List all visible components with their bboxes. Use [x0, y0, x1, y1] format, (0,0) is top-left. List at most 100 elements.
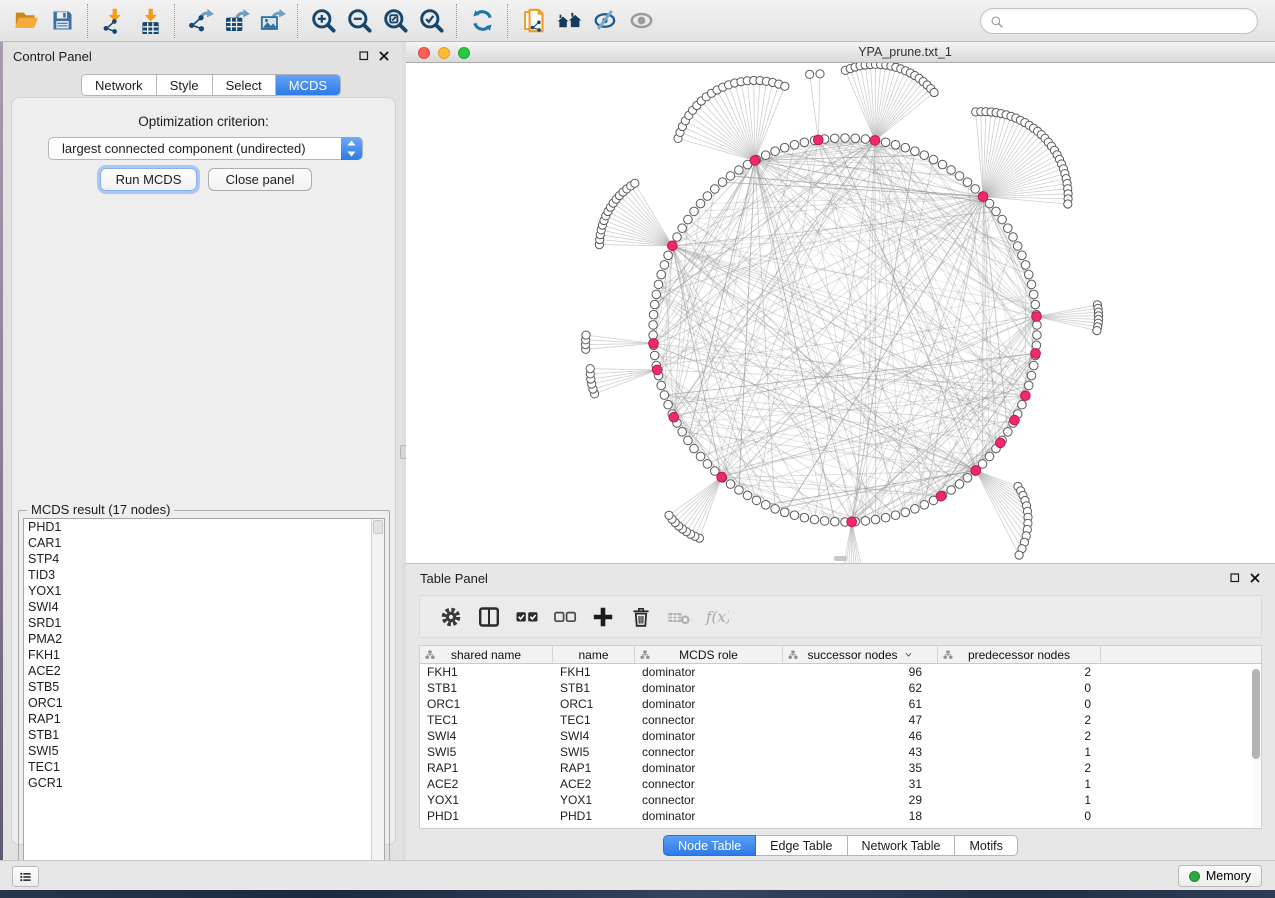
mcds-result-node[interactable]: PMA2 [24, 631, 384, 647]
mcds-result-node[interactable]: PHD1 [24, 519, 384, 535]
table-row[interactable]: SWI4SWI4dominator462 [420, 728, 1261, 744]
mcds-result-node[interactable]: STB5 [24, 679, 384, 695]
table-row[interactable]: FKH1FKH1dominator962 [420, 664, 1261, 680]
eye-button[interactable] [623, 3, 659, 39]
export-table-button[interactable] [218, 3, 254, 39]
table-row[interactable]: RAP1RAP1dominator352 [420, 760, 1261, 776]
mcds-result-list[interactable]: PHD1CAR1STP4TID3YOX1SWI4SRD1PMA2FKH1ACE2… [23, 518, 385, 875]
list-icon [19, 869, 32, 885]
tab-node-table[interactable]: Node Table [663, 835, 756, 856]
mcds-result-node[interactable]: SRD1 [24, 615, 384, 631]
columns-button[interactable] [474, 602, 504, 632]
main-toolbar [0, 0, 1275, 42]
open-session-button[interactable] [8, 3, 44, 39]
table-row[interactable]: PHD1PHD1dominator180 [420, 808, 1261, 824]
select-stepper-icon[interactable] [341, 137, 362, 160]
cell-successor-nodes: 29 [783, 792, 938, 808]
table-row[interactable]: SWI5SWI5connector431 [420, 744, 1261, 760]
column-header-name[interactable]: name [553, 646, 635, 663]
optimization-criterion-label: Optimization criterion: [12, 114, 395, 129]
import-table-button[interactable] [131, 3, 167, 39]
column-header-shared-name[interactable]: shared name [420, 646, 553, 663]
canvas-scrollbar-thumb[interactable] [834, 556, 847, 561]
column-header-MCDS-role[interactable]: MCDS role [635, 646, 783, 663]
cell-MCDS-role: connector [635, 792, 783, 808]
mcds-result-node[interactable]: STB1 [24, 727, 384, 743]
network-graph[interactable] [406, 63, 1275, 563]
cell-name: STB1 [553, 680, 635, 696]
mcds-result-node[interactable]: ACE2 [24, 663, 384, 679]
deselect-all-button[interactable] [550, 602, 580, 632]
zoom-selected-button[interactable] [413, 3, 449, 39]
import-network-button[interactable] [95, 3, 131, 39]
result-list-scroll-thumb[interactable] [373, 520, 383, 534]
mcds-result-node[interactable]: GCR1 [24, 775, 384, 791]
mcds-result-node[interactable]: TID3 [24, 567, 384, 583]
window-close-button[interactable] [418, 47, 430, 59]
network-canvas[interactable] [406, 63, 1275, 563]
table-scrollbar[interactable] [1252, 666, 1260, 827]
panel-menu-button[interactable] [12, 866, 39, 887]
close-panel-button[interactable]: Close panel [208, 168, 312, 191]
table-scroll-thumb[interactable] [1252, 669, 1260, 759]
tab-select[interactable]: Select [213, 75, 276, 95]
table-row[interactable]: ACE2ACE2connector311 [420, 776, 1261, 792]
mcds-result-node[interactable]: STP4 [24, 551, 384, 567]
delete-button[interactable] [626, 602, 656, 632]
float-panel-icon[interactable] [358, 50, 370, 62]
zoom-in-button[interactable] [305, 3, 341, 39]
attribute-type-icon [640, 650, 650, 660]
mcds-result-node[interactable]: SWI5 [24, 743, 384, 759]
mcds-result-node[interactable]: FKH1 [24, 647, 384, 663]
column-header-successor-nodes[interactable]: successor nodes [783, 646, 938, 663]
zoom-out-button[interactable] [341, 3, 377, 39]
tab-motifs[interactable]: Motifs [955, 835, 1017, 856]
zoom-out-icon [346, 7, 373, 34]
hide-visibility-button[interactable] [587, 3, 623, 39]
share-document-button[interactable] [515, 3, 551, 39]
houses-button[interactable] [551, 3, 587, 39]
add-button[interactable] [588, 602, 618, 632]
select-all-button[interactable] [512, 602, 542, 632]
save-session-button[interactable] [44, 3, 80, 39]
gear-button[interactable] [436, 602, 466, 632]
table-row[interactable]: TEC1TEC1connector472 [420, 712, 1261, 728]
criterion-select[interactable]: largest connected component (undirected) [48, 137, 363, 160]
mcds-result-node[interactable]: YOX1 [24, 583, 384, 599]
mcds-result-node[interactable]: TEC1 [24, 759, 384, 775]
table-float-icon[interactable] [1229, 572, 1241, 584]
table-row[interactable]: STB1STB1dominator620 [420, 680, 1261, 696]
result-list-scrollbar[interactable] [371, 519, 384, 874]
tab-network[interactable]: Network [82, 75, 157, 95]
mcds-result-node[interactable]: SWI4 [24, 599, 384, 615]
tab-mcds[interactable]: MCDS [276, 75, 340, 95]
cell-predecessor-nodes: 1 [938, 776, 1101, 792]
table-row[interactable]: ORC1ORC1dominator610 [420, 696, 1261, 712]
network-window-titlebar[interactable]: YPA_prune.txt_1 [406, 42, 1275, 63]
tab-network-table[interactable]: Network Table [848, 835, 956, 856]
search-icon [990, 15, 1004, 29]
add-icon [591, 605, 615, 629]
sort-desc-icon [904, 650, 913, 659]
tab-edge-table[interactable]: Edge Table [756, 835, 847, 856]
export-image-button[interactable] [254, 3, 290, 39]
refresh-button[interactable] [464, 3, 500, 39]
close-panel-icon[interactable] [378, 50, 390, 62]
memory-button[interactable]: Memory [1178, 865, 1262, 887]
window-minimize-button[interactable] [438, 47, 450, 59]
mcds-result-node[interactable]: RAP1 [24, 711, 384, 727]
tab-style[interactable]: Style [157, 75, 213, 95]
column-header-predecessor-nodes[interactable]: predecessor nodes [938, 646, 1101, 663]
window-zoom-button[interactable] [458, 47, 470, 59]
mcds-result-node[interactable]: CAR1 [24, 535, 384, 551]
export-table-icon [223, 7, 250, 34]
delete-table-button [664, 602, 694, 632]
export-network-button[interactable] [182, 3, 218, 39]
search-box[interactable] [980, 8, 1258, 34]
table-close-icon[interactable] [1249, 572, 1261, 584]
mcds-result-node[interactable]: ORC1 [24, 695, 384, 711]
table-row[interactable]: YOX1YOX1connector291 [420, 792, 1261, 808]
run-mcds-button[interactable]: Run MCDS [100, 168, 197, 191]
search-input[interactable] [1009, 10, 1249, 32]
zoom-fit-button[interactable] [377, 3, 413, 39]
